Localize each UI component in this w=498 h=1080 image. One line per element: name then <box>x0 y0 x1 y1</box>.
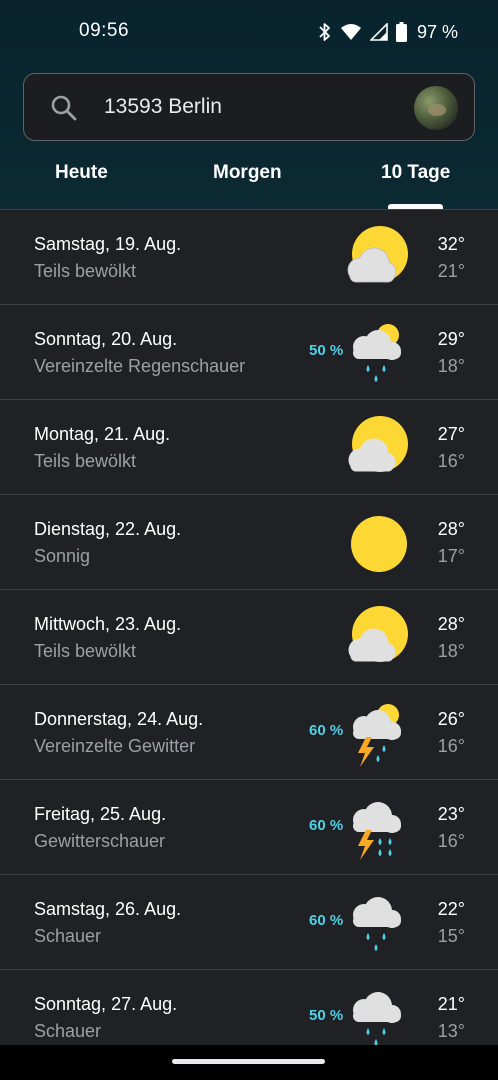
forecast-low: 18° <box>437 641 465 661</box>
forecast-low: 15° <box>437 926 465 946</box>
location-search-bar[interactable]: 13593 Berlin <box>23 73 475 141</box>
forecast-condition: Teils bewölkt <box>34 641 137 661</box>
forecast-condition: Schauer <box>34 1021 102 1041</box>
forecast-high: 21° <box>437 994 465 1014</box>
partly-cloudy-icon <box>348 606 408 662</box>
scattered-thunderstorms-icon <box>353 704 401 767</box>
gesture-handle[interactable] <box>172 1059 325 1064</box>
app-header: 09:56 97 % 13593 Berlin Heute Morgen 10 … <box>0 0 498 210</box>
forecast-row[interactable]: Samstag, 26. Aug. Schauer 60 % 22° 15° <box>0 875 498 970</box>
forecast-high: 28° <box>437 614 465 634</box>
thunder-showers-icon <box>353 802 401 860</box>
partly-cloudy-icon <box>348 416 408 472</box>
forecast-high: 32° <box>437 234 465 254</box>
forecast-low: 16° <box>437 736 465 756</box>
forecast-low: 16° <box>437 451 465 471</box>
forecast-condition: Teils bewölkt <box>34 451 137 471</box>
status-bar: 09:56 97 % <box>0 0 498 64</box>
forecast-date: Mittwoch, 23. Aug. <box>34 614 182 634</box>
forecast-high: 26° <box>437 709 465 729</box>
sunny-icon <box>351 516 407 572</box>
precipitation-chance: 60 % <box>309 722 344 739</box>
forecast-low: 18° <box>437 356 465 376</box>
forecast-low: 16° <box>437 831 465 851</box>
search-icon[interactable] <box>50 94 78 122</box>
showers-icon <box>353 897 401 951</box>
status-time: 09:56 <box>79 20 130 41</box>
forecast-row[interactable]: Mittwoch, 23. Aug. Teils bewölkt 28° 18° <box>0 590 498 685</box>
forecast-low: 17° <box>437 546 465 566</box>
precipitation-chance: 50 % <box>309 1007 344 1024</box>
forecast-row[interactable]: Freitag, 25. Aug. Gewitterschauer 60 % 2… <box>0 780 498 875</box>
forecast-condition: Vereinzelte Gewitter <box>34 736 196 756</box>
forecast-date: Samstag, 26. Aug. <box>34 899 182 919</box>
tab-today[interactable]: Heute <box>55 162 108 184</box>
tab-bar: Heute Morgen 10 Tage <box>0 150 498 210</box>
avatar[interactable] <box>414 86 458 130</box>
bluetooth-icon <box>319 23 330 41</box>
forecast-high: 28° <box>437 519 465 539</box>
forecast-condition: Vereinzelte Regenschauer <box>34 356 246 376</box>
forecast-row[interactable]: Donnerstag, 24. Aug. Vereinzelte Gewitte… <box>0 685 498 780</box>
forecast-row[interactable]: Samstag, 19. Aug. Teils bewölkt 32° 21° <box>0 210 498 305</box>
system-navigation-bar <box>0 1045 498 1080</box>
forecast-date: Samstag, 19. Aug. <box>34 234 182 254</box>
battery-icon <box>395 22 407 42</box>
partly-cloudy-icon <box>347 226 408 283</box>
forecast-condition: Sonnig <box>34 546 91 566</box>
forecast-date: Freitag, 25. Aug. <box>34 804 167 824</box>
precipitation-chance: 50 % <box>309 342 344 359</box>
scattered-showers-icon <box>353 324 401 382</box>
forecast-date: Sonntag, 27. Aug. <box>34 994 178 1014</box>
precipitation-chance: 60 % <box>309 817 344 834</box>
forecast-row[interactable]: Sonntag, 20. Aug. Vereinzelte Regenschau… <box>0 305 498 400</box>
tab-tomorrow[interactable]: Morgen <box>213 162 282 184</box>
forecast-date: Dienstag, 22. Aug. <box>34 519 182 539</box>
forecast-date: Donnerstag, 24. Aug. <box>34 709 204 729</box>
forecast-high: 27° <box>437 424 465 444</box>
cell-signal-icon <box>369 23 388 41</box>
battery-percentage: 97 % <box>416 21 458 42</box>
forecast-low: 13° <box>437 1021 465 1041</box>
precipitation-chance: 60 % <box>309 912 344 929</box>
forecast-condition: Gewitterschauer <box>34 831 166 851</box>
forecast-high: 29° <box>437 329 465 349</box>
status-icons: 97 % <box>318 20 458 44</box>
forecast-condition: Teils bewölkt <box>34 261 137 281</box>
tab-10-days[interactable]: 10 Tage <box>381 162 450 184</box>
wifi-icon <box>340 24 361 40</box>
forecast-condition: Schauer <box>34 926 102 946</box>
forecast-high: 23° <box>437 804 465 824</box>
forecast-date: Montag, 21. Aug. <box>34 424 171 444</box>
showers-icon <box>353 992 401 1046</box>
forecast-date: Sonntag, 20. Aug. <box>34 329 178 349</box>
forecast-list: Samstag, 19. Aug. Teils bewölkt 32° 21° … <box>0 210 498 1065</box>
forecast-row[interactable]: Dienstag, 22. Aug. Sonnig 28° 17° <box>0 495 498 590</box>
search-input[interactable]: 13593 Berlin <box>104 95 222 119</box>
forecast-row[interactable]: Montag, 21. Aug. Teils bewölkt 27° 16° <box>0 400 498 495</box>
forecast-high: 22° <box>437 899 465 919</box>
forecast-low: 21° <box>437 261 465 281</box>
